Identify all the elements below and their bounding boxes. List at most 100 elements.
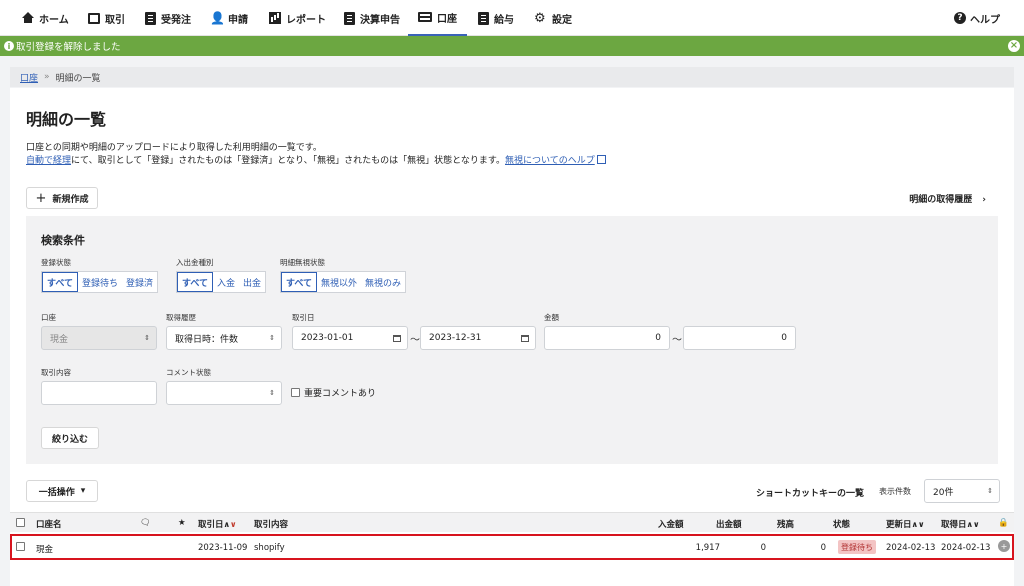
inout-expense-option[interactable]: 出金 — [239, 272, 265, 292]
new-create-label: 新規作成 — [52, 194, 89, 205]
chevron-right-icon: › — [982, 195, 986, 205]
help-icon: ? — [954, 12, 966, 24]
ignore-all-option[interactable]: すべて — [281, 272, 318, 292]
list-icon — [478, 11, 489, 25]
bulk-action-button[interactable]: 一括操作 ▾ — [26, 480, 98, 502]
ignore-help-link[interactable]: 無視についてのヘルプ — [505, 156, 595, 166]
date-from-input[interactable]: 2023-01-01 — [292, 326, 408, 350]
nav-item-payroll[interactable]: 給与 — [478, 0, 514, 36]
nav-item-transactions[interactable]: 取引 — [88, 0, 125, 36]
inout-all-option[interactable]: すべて — [177, 272, 214, 292]
header-updated[interactable]: 更新日∧∨ — [886, 518, 925, 530]
lock-icon: 🔒 — [998, 518, 1009, 528]
header-status: 状態 — [833, 520, 851, 530]
filter-button[interactable]: 絞り込む — [41, 427, 99, 449]
nav-item-tax-filing[interactable]: 決算申告 — [344, 0, 400, 36]
calendar-icon[interactable] — [393, 334, 401, 342]
document-icon — [344, 11, 355, 25]
nav-label: ホーム — [39, 14, 69, 26]
calendar-icon[interactable] — [521, 334, 529, 342]
plus-icon: + — [35, 190, 47, 206]
search-title: 検索条件 — [41, 234, 85, 247]
amount-from-input[interactable]: 0 — [544, 326, 670, 350]
nav-label: レポート — [286, 14, 326, 26]
row-date: 2023-11-09 — [198, 543, 248, 553]
table-row[interactable]: 現金 2023-11-09 shopify 1,917 0 0 登録待ち 202… — [10, 534, 1014, 560]
top-navigation: ホーム 取引 受発注 👤 申請 レポート 決算申告 口座 給与 ⚙ 設定 ? ヘ… — [0, 0, 1024, 36]
shortcut-list-link[interactable]: ショートカットキーの一覧 — [756, 486, 864, 499]
history-value: 取得日時：件数 — [175, 334, 239, 345]
auto-accounting-link[interactable]: 自動で経理 — [26, 156, 71, 166]
breadcrumb-accounts-link[interactable]: 口座 — [20, 71, 38, 84]
per-page-label: 表示件数 — [879, 487, 911, 496]
header-date[interactable]: 取引日∧∨ — [198, 518, 237, 530]
row-action-icon[interactable]: + — [998, 540, 1010, 552]
row-acquired: 2024-02-13 — [941, 543, 991, 553]
nav-label: 決算申告 — [360, 14, 400, 26]
document-icon — [145, 11, 156, 25]
gear-icon: ⚙ — [534, 10, 546, 26]
header-account: 口座名 — [36, 520, 62, 530]
bar-chart-icon — [269, 12, 281, 24]
bulk-action-label: 一括操作 — [38, 487, 75, 498]
select-arrow-icon: ⇕ — [144, 334, 150, 342]
nav-item-orders[interactable]: 受発注 — [145, 0, 191, 36]
main-panel: 明細の一覧 口座との同期や明細のアップロードにより取得した利用明細の一覧です。 … — [10, 88, 1014, 586]
history-select[interactable]: 取得日時：件数 ⇕ — [166, 326, 282, 350]
person-check-icon: 👤 — [210, 10, 225, 25]
close-icon[interactable]: × — [1008, 40, 1020, 52]
inout-type-label: 入出金種別 — [176, 258, 214, 267]
nav-item-home[interactable]: ホーム — [22, 0, 69, 36]
date-to-input[interactable]: 2023-12-31 — [420, 326, 536, 350]
registration-all-option[interactable]: すべて — [42, 272, 79, 292]
account-select[interactable]: 現金 ⇕ — [41, 326, 157, 350]
registration-pending-option[interactable]: 登録待ち — [78, 272, 122, 292]
nav-item-settings[interactable]: ⚙ 設定 — [534, 0, 572, 36]
range-tilde: 〜 — [672, 335, 682, 346]
nav-item-accounts[interactable]: 口座 — [408, 0, 467, 36]
comment-state-label: コメント状態 — [166, 368, 211, 377]
comment-icon: 🗨 — [140, 518, 151, 528]
description-text: にて、取引として「登録」されたものは「登録済」となり、「無視」されたものは「無視… — [71, 156, 505, 166]
important-comment-checkbox[interactable]: 重要コメントあり — [291, 386, 376, 399]
star-icon: ★ — [178, 518, 186, 528]
page-description: 口座との同期や明細のアップロードにより取得した利用明細の一覧です。 — [26, 143, 322, 153]
nav-item-reports[interactable]: レポート — [269, 0, 326, 36]
breadcrumb: 口座 » 明細の一覧 — [10, 67, 1014, 87]
amount-to-input[interactable]: 0 — [683, 326, 796, 350]
nav-label: 設定 — [552, 14, 572, 26]
search-conditions: 検索条件 登録状態 すべて 登録待ち 登録済 入出金種別 すべて 入金 出金 明… — [26, 216, 998, 464]
sort-down-icon: ∨ — [973, 520, 980, 529]
new-create-button[interactable]: + 新規作成 — [26, 187, 98, 209]
ignore-only-option[interactable]: 無視のみ — [361, 272, 405, 292]
checkbox[interactable] — [291, 388, 300, 397]
history-label: 取得履歴 — [166, 313, 196, 322]
row-updated: 2024-02-13 — [886, 543, 936, 553]
per-page-value: 20件 — [933, 487, 954, 498]
date-to-value: 2023-12-31 — [429, 333, 482, 343]
ignore-exclude-option[interactable]: 無視以外 — [317, 272, 361, 292]
registration-done-option[interactable]: 登録済 — [122, 272, 157, 292]
external-link-icon — [596, 155, 606, 164]
nav-label: 口座 — [437, 13, 457, 25]
nav-item-requests[interactable]: 👤 申請 — [210, 0, 248, 36]
select-all-checkbox[interactable] — [16, 518, 25, 527]
acquisition-history-link[interactable]: 明細の取得履歴 › — [909, 192, 986, 205]
select-arrow-icon: ⇕ — [269, 389, 275, 397]
row-checkbox[interactable] — [16, 542, 25, 551]
header-updated-label: 更新日 — [886, 520, 912, 530]
inout-income-option[interactable]: 入金 — [213, 272, 239, 292]
row-balance: 0 — [820, 543, 826, 553]
comment-state-select[interactable]: ⇕ — [166, 381, 282, 405]
caret-down-icon: ▾ — [80, 486, 86, 496]
header-expense: 出金額 — [716, 520, 742, 530]
help-link[interactable]: ? ヘルプ — [954, 0, 1000, 36]
per-page-select[interactable]: 20件 ⇕ — [924, 479, 1000, 503]
header-acquired[interactable]: 取得日∧∨ — [941, 518, 980, 530]
row-expense: 0 — [760, 543, 766, 553]
registration-state-selector: すべて 登録待ち 登録済 — [41, 271, 159, 293]
account-label: 口座 — [41, 313, 56, 322]
amount-to-value: 0 — [781, 333, 787, 343]
header-balance: 残高 — [777, 520, 795, 530]
content-input[interactable] — [41, 381, 157, 405]
